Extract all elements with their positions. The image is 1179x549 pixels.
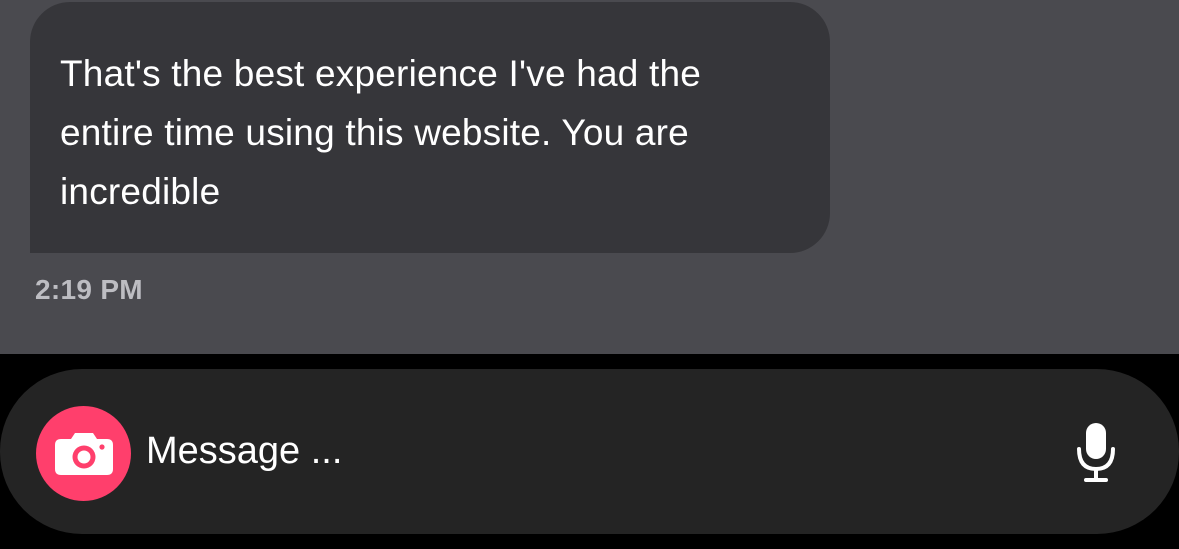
microphone-icon [1077, 423, 1115, 482]
chat-thread: That's the best experience I've had the … [0, 0, 1179, 354]
camera-button[interactable] [36, 406, 131, 501]
camera-icon [54, 432, 113, 475]
message-timestamp: 2:19 PM [35, 274, 143, 305]
message-text: That's the best experience I've had the … [60, 53, 712, 212]
message-composer [0, 369, 1179, 534]
microphone-button[interactable] [1066, 419, 1126, 487]
message-input[interactable] [146, 419, 1026, 483]
message-bubble[interactable]: That's the best experience I've had the … [30, 2, 830, 253]
